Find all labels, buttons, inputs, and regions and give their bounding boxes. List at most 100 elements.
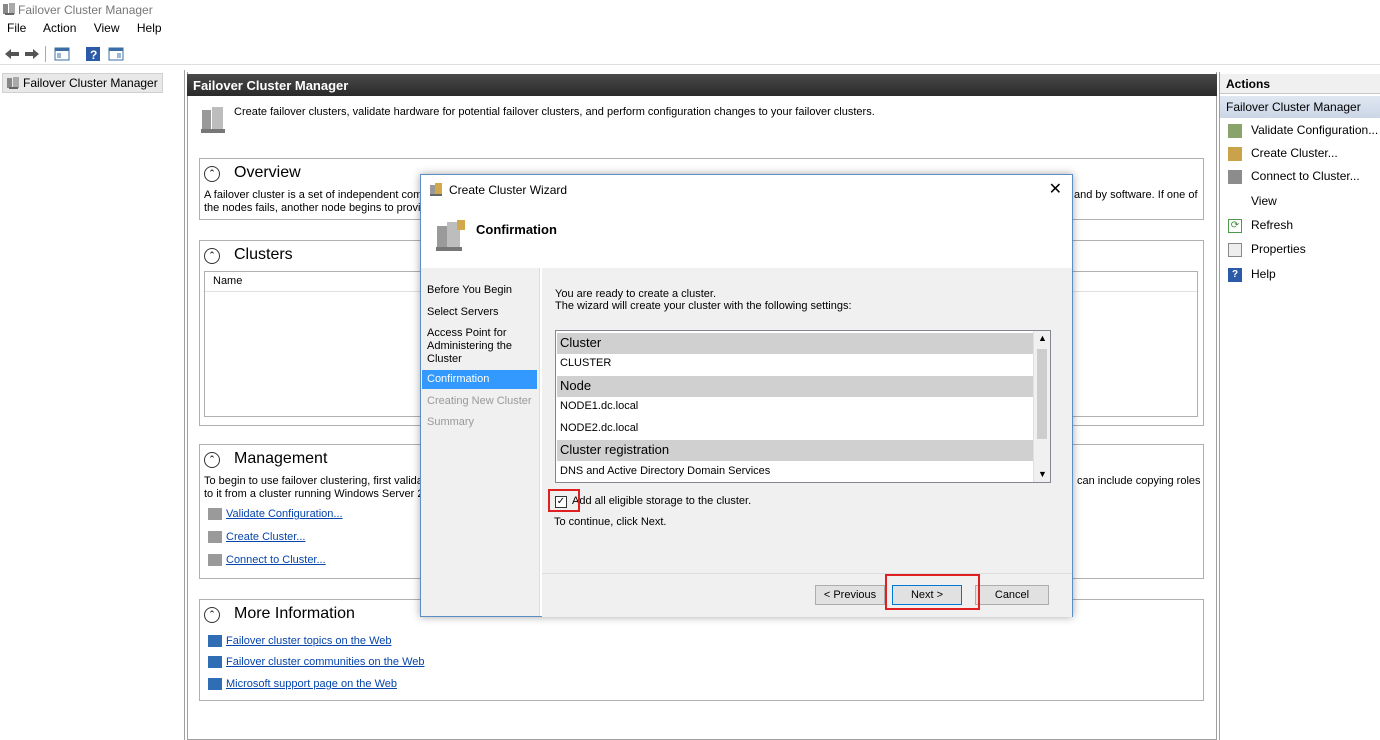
cluster-large-icon xyxy=(201,107,225,133)
action-properties[interactable]: Properties xyxy=(1228,242,1306,257)
console-tree: Failover Cluster Manager xyxy=(0,70,185,740)
close-icon[interactable]: ✕ xyxy=(1049,179,1062,199)
action-help[interactable]: ? Help xyxy=(1228,267,1276,282)
management-text-line2: to it from a cluster running Windows Ser… xyxy=(204,488,430,500)
main-header: Failover Cluster Manager xyxy=(187,74,1217,96)
management-collapse-button[interactable]: ⌃ xyxy=(204,452,220,468)
back-arrow-icon[interactable] xyxy=(3,45,21,63)
settings-node1: NODE1.dc.local xyxy=(560,400,639,412)
web-link-icon xyxy=(208,635,222,648)
step-select-servers[interactable]: Select Servers xyxy=(427,306,535,319)
failover-communities-link[interactable]: Failover cluster communities on the Web xyxy=(208,656,425,669)
intro-line1: You are ready to create a cluster. xyxy=(555,288,717,300)
properties-icon xyxy=(1228,242,1242,257)
wizard-heading: Confirmation xyxy=(476,222,557,237)
connect-cluster-icon xyxy=(1228,169,1242,184)
cancel-button[interactable]: Cancel xyxy=(975,585,1049,605)
actions-pane: Actions Failover Cluster Manager Validat… xyxy=(1219,72,1380,740)
action-connect-to-cluster[interactable]: Connect to Cluster... xyxy=(1228,169,1360,184)
connect-cluster-icon xyxy=(208,554,222,567)
show-hide-tree-icon[interactable] xyxy=(53,45,71,63)
management-title: Management xyxy=(234,450,328,467)
checkbox-highlight-box xyxy=(548,489,580,512)
web-link-icon xyxy=(208,678,222,691)
settings-listbox[interactable]: Cluster CLUSTER Node NODE1.dc.local NODE… xyxy=(555,330,1051,483)
refresh-icon: ⟳ xyxy=(1228,218,1242,233)
settings-group-node: Node xyxy=(557,376,1033,397)
overview-text-line1-right: and by software. If one of xyxy=(1074,189,1198,201)
toolbar-divider xyxy=(45,46,46,62)
microsoft-support-link[interactable]: Microsoft support page on the Web xyxy=(208,678,397,691)
cluster-icon xyxy=(7,77,19,89)
toolbar: ? xyxy=(0,43,1380,65)
wizard-body: You are ready to create a cluster. The w… xyxy=(542,268,1072,616)
connect-to-cluster-link[interactable]: Connect to Cluster... xyxy=(208,554,326,567)
overview-collapse-button[interactable]: ⌃ xyxy=(204,166,220,182)
step-confirmation[interactable]: Confirmation xyxy=(422,370,537,389)
cluster-app-icon xyxy=(3,3,15,15)
web-link-icon xyxy=(208,656,222,669)
settings-group-cluster: Cluster xyxy=(557,333,1033,354)
scroll-up-icon[interactable]: ▲ xyxy=(1038,333,1047,343)
clusters-collapse-button[interactable]: ⌃ xyxy=(204,248,220,264)
action-create-cluster[interactable]: Create Cluster... xyxy=(1228,146,1338,161)
main-description: Create failover clusters, validate hardw… xyxy=(234,106,875,118)
overview-title: Overview xyxy=(234,164,301,181)
forward-arrow-icon[interactable] xyxy=(23,45,41,63)
action-validate-configuration[interactable]: Validate Configuration... xyxy=(1228,123,1378,138)
create-cluster-icon xyxy=(1228,146,1242,161)
actions-subheader[interactable]: Failover Cluster Manager xyxy=(1220,96,1380,118)
overview-text-line1: A failover cluster is a set of independe… xyxy=(204,189,429,201)
action-view[interactable]: View xyxy=(1228,194,1277,209)
menu-view[interactable]: View xyxy=(94,21,120,35)
management-text-line1-right: can include copying roles xyxy=(1077,475,1201,487)
create-cluster-icon xyxy=(208,531,222,544)
settings-scrollbar[interactable]: ▲ ▼ xyxy=(1033,331,1050,482)
add-storage-label: Add all eligible storage to the cluster. xyxy=(572,495,752,507)
more-info-title: More Information xyxy=(234,605,355,622)
wizard-header-icon xyxy=(436,220,465,251)
actions-title: Actions xyxy=(1220,74,1380,94)
next-button-highlight-box xyxy=(885,574,980,610)
step-access-point[interactable]: Access Point for Administering the Clust… xyxy=(427,327,535,366)
menu-action[interactable]: Action xyxy=(43,21,76,35)
title-bar: Failover Cluster Manager xyxy=(0,0,1380,20)
validate-icon xyxy=(208,508,222,521)
help-icon[interactable]: ? xyxy=(84,45,102,63)
clusters-title: Clusters xyxy=(234,246,293,263)
create-cluster-link[interactable]: Create Cluster... xyxy=(208,531,305,544)
window-title: Failover Cluster Manager xyxy=(18,3,153,17)
settings-node2: NODE2.dc.local xyxy=(560,422,639,434)
more-info-collapse-button[interactable]: ⌃ xyxy=(204,607,220,623)
menu-help[interactable]: Help xyxy=(137,21,162,35)
settings-cluster-value: CLUSTER xyxy=(560,357,612,369)
overview-text-line2: the nodes fails, another node begins to … xyxy=(204,202,427,214)
blank-icon xyxy=(1228,195,1242,209)
scroll-thumb[interactable] xyxy=(1037,349,1047,439)
intro-line2: The wizard will create your cluster with… xyxy=(555,300,852,312)
settings-registration-value: DNS and Active Directory Domain Services xyxy=(560,465,771,477)
action-refresh[interactable]: ⟳ Refresh xyxy=(1228,218,1293,233)
step-summary: Summary xyxy=(427,416,475,428)
menu-bar: File Action View Help xyxy=(7,21,176,41)
management-text-line1: To begin to use failover clustering, fir… xyxy=(204,475,426,487)
menu-file[interactable]: File xyxy=(7,21,26,35)
continue-text: To continue, click Next. xyxy=(554,516,667,528)
show-hide-action-pane-icon[interactable] xyxy=(107,45,125,63)
svg-text:?: ? xyxy=(90,48,97,62)
wizard-title: Create Cluster Wizard xyxy=(449,183,568,197)
tree-item-failover-cluster-manager[interactable]: Failover Cluster Manager xyxy=(2,73,163,93)
step-before-you-begin[interactable]: Before You Begin xyxy=(427,284,535,297)
create-cluster-wizard: Create Cluster Wizard ✕ Confirmation Bef… xyxy=(420,174,1073,617)
step-creating-new-cluster: Creating New Cluster xyxy=(427,395,532,407)
validate-configuration-link[interactable]: Validate Configuration... xyxy=(208,508,343,521)
wizard-steps: Before You Begin Select Servers Access P… xyxy=(421,268,540,616)
scroll-down-icon[interactable]: ▼ xyxy=(1038,469,1047,479)
settings-group-registration: Cluster registration xyxy=(557,440,1033,461)
previous-button[interactable]: < Previous xyxy=(815,585,885,605)
wizard-cluster-icon xyxy=(430,183,442,196)
wizard-button-bar: < Previous Next > Cancel xyxy=(542,573,1072,617)
help-icon: ? xyxy=(1228,267,1242,282)
failover-topics-link[interactable]: Failover cluster topics on the Web xyxy=(208,635,391,648)
validate-icon xyxy=(1228,123,1242,138)
